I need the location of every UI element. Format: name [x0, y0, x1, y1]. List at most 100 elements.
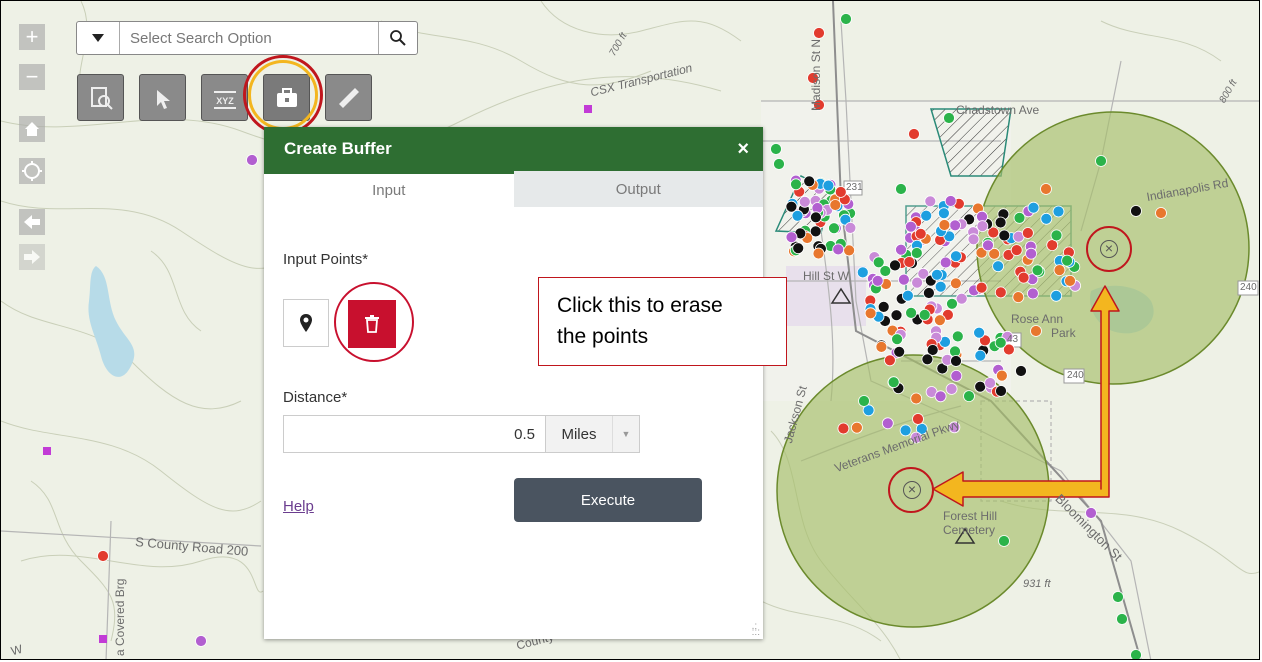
map-point-marker[interactable]: [921, 353, 934, 366]
map-point-marker[interactable]: [1015, 365, 1027, 377]
map-point-marker[interactable]: [950, 277, 962, 290]
map-point-marker[interactable]: [890, 309, 903, 322]
map-point-marker[interactable]: [889, 259, 901, 272]
map-point-marker[interactable]: [973, 326, 985, 339]
map-point-marker[interactable]: [994, 216, 1007, 229]
map-point-marker[interactable]: [1040, 212, 1053, 225]
search-button[interactable]: [378, 22, 417, 54]
map-point-marker[interactable]: [914, 227, 927, 240]
map-point-marker[interactable]: [891, 333, 903, 346]
map-point-marker[interactable]: [895, 243, 907, 256]
map-point-marker[interactable]: [920, 209, 933, 222]
map-point-marker[interactable]: [910, 392, 923, 405]
map-point-marker[interactable]: [902, 289, 914, 302]
unit-select[interactable]: Miles ▼: [545, 415, 640, 453]
map-point-marker[interactable]: [1012, 291, 1025, 304]
map-point-marker[interactable]: [1027, 201, 1040, 214]
map-point-marker[interactable]: [949, 219, 961, 232]
map-point-marker[interactable]: [803, 175, 816, 188]
map-point-marker[interactable]: [798, 195, 811, 208]
map-point-marker[interactable]: [844, 221, 857, 234]
map-point-marker[interactable]: [773, 158, 785, 170]
map-point-marker[interactable]: [950, 250, 962, 263]
map-point-marker[interactable]: [1053, 264, 1066, 277]
map-point-marker[interactable]: [1130, 205, 1142, 217]
next-extent-button[interactable]: [19, 244, 45, 270]
map-point-marker[interactable]: [1130, 649, 1142, 661]
map-point-marker[interactable]: [840, 13, 852, 25]
map-point-marker[interactable]: [994, 336, 1007, 349]
map-point-marker[interactable]: [829, 199, 842, 211]
map-point-marker[interactable]: [994, 286, 1007, 299]
map-point-marker[interactable]: [908, 128, 920, 140]
map-point-marker[interactable]: [963, 390, 975, 403]
map-point-marker[interactable]: [934, 280, 947, 293]
map-point-marker[interactable]: [832, 243, 845, 256]
map-point-marker[interactable]: [887, 376, 900, 389]
map-point-marker[interactable]: [996, 369, 1008, 382]
map-point-marker[interactable]: [791, 209, 804, 222]
map-point-marker[interactable]: [918, 308, 931, 321]
map-square-marker[interactable]: [584, 105, 592, 113]
map-point-marker[interactable]: [934, 390, 947, 403]
map-point-marker[interactable]: [97, 550, 109, 562]
map-point-marker[interactable]: [974, 349, 987, 362]
map-point-marker[interactable]: [1022, 227, 1034, 239]
zoom-out-button[interactable]: −: [19, 64, 45, 90]
map-point-marker[interactable]: [871, 274, 884, 287]
map-point-marker[interactable]: [950, 369, 963, 382]
map-point-marker[interactable]: [837, 422, 850, 435]
map-point-marker[interactable]: [812, 247, 825, 260]
map-point-marker[interactable]: [1030, 325, 1042, 337]
tab-output[interactable]: Output: [513, 171, 763, 207]
map-point-marker[interactable]: [1112, 591, 1124, 603]
map-point-marker[interactable]: [858, 395, 870, 407]
map-point-marker[interactable]: [893, 345, 906, 358]
map-point-marker[interactable]: [813, 27, 825, 39]
map-point-marker[interactable]: [1031, 264, 1044, 277]
map-point-marker[interactable]: [976, 220, 989, 233]
execute-button[interactable]: Execute: [514, 478, 702, 522]
map-square-marker[interactable]: [99, 635, 107, 643]
map-point-marker[interactable]: [881, 417, 894, 430]
map-point-marker[interactable]: [939, 256, 952, 269]
map-point-marker[interactable]: [246, 154, 258, 166]
map-point-marker[interactable]: [792, 242, 805, 255]
search-option-dropdown[interactable]: [77, 22, 120, 54]
map-point-marker[interactable]: [898, 273, 910, 286]
map-point-marker[interactable]: [955, 292, 968, 305]
previous-extent-button[interactable]: [19, 209, 45, 235]
map-point-marker[interactable]: [905, 220, 917, 233]
map-point-marker[interactable]: [945, 383, 958, 395]
map-point-marker[interactable]: [911, 276, 923, 289]
map-point-marker[interactable]: [790, 178, 802, 191]
home-button[interactable]: [19, 116, 45, 142]
map-point-marker[interactable]: [770, 143, 782, 155]
map-point-marker[interactable]: [923, 287, 935, 299]
map-point-marker[interactable]: [1061, 254, 1073, 267]
resize-handle[interactable]: .::::: [752, 622, 760, 638]
add-point-button[interactable]: [283, 299, 329, 347]
map-point-marker[interactable]: [810, 211, 822, 224]
map-point-marker[interactable]: [995, 385, 1007, 397]
map-point-marker[interactable]: [938, 207, 950, 220]
map-point-marker[interactable]: [1155, 207, 1167, 219]
tab-input[interactable]: Input: [264, 171, 514, 207]
map-point-marker[interactable]: [1017, 271, 1030, 284]
zoom-in-button[interactable]: +: [19, 24, 45, 50]
map-point-marker[interactable]: [785, 231, 798, 244]
map-point-marker[interactable]: [828, 222, 840, 235]
map-point-marker[interactable]: [912, 413, 924, 425]
close-icon[interactable]: ×: [737, 138, 749, 161]
map-point-marker[interactable]: [1052, 205, 1065, 218]
measure-tool-button[interactable]: [325, 74, 372, 121]
map-square-marker[interactable]: [43, 447, 51, 455]
map-point-marker[interactable]: [834, 186, 847, 198]
map-point-marker[interactable]: [872, 256, 885, 269]
map-point-marker[interactable]: [938, 219, 951, 231]
map-point-marker[interactable]: [946, 297, 958, 310]
map-point-marker[interactable]: [1064, 274, 1076, 287]
map-point-marker[interactable]: [998, 535, 1010, 547]
map-point-marker[interactable]: [924, 195, 937, 208]
map-point-marker[interactable]: [195, 635, 207, 647]
